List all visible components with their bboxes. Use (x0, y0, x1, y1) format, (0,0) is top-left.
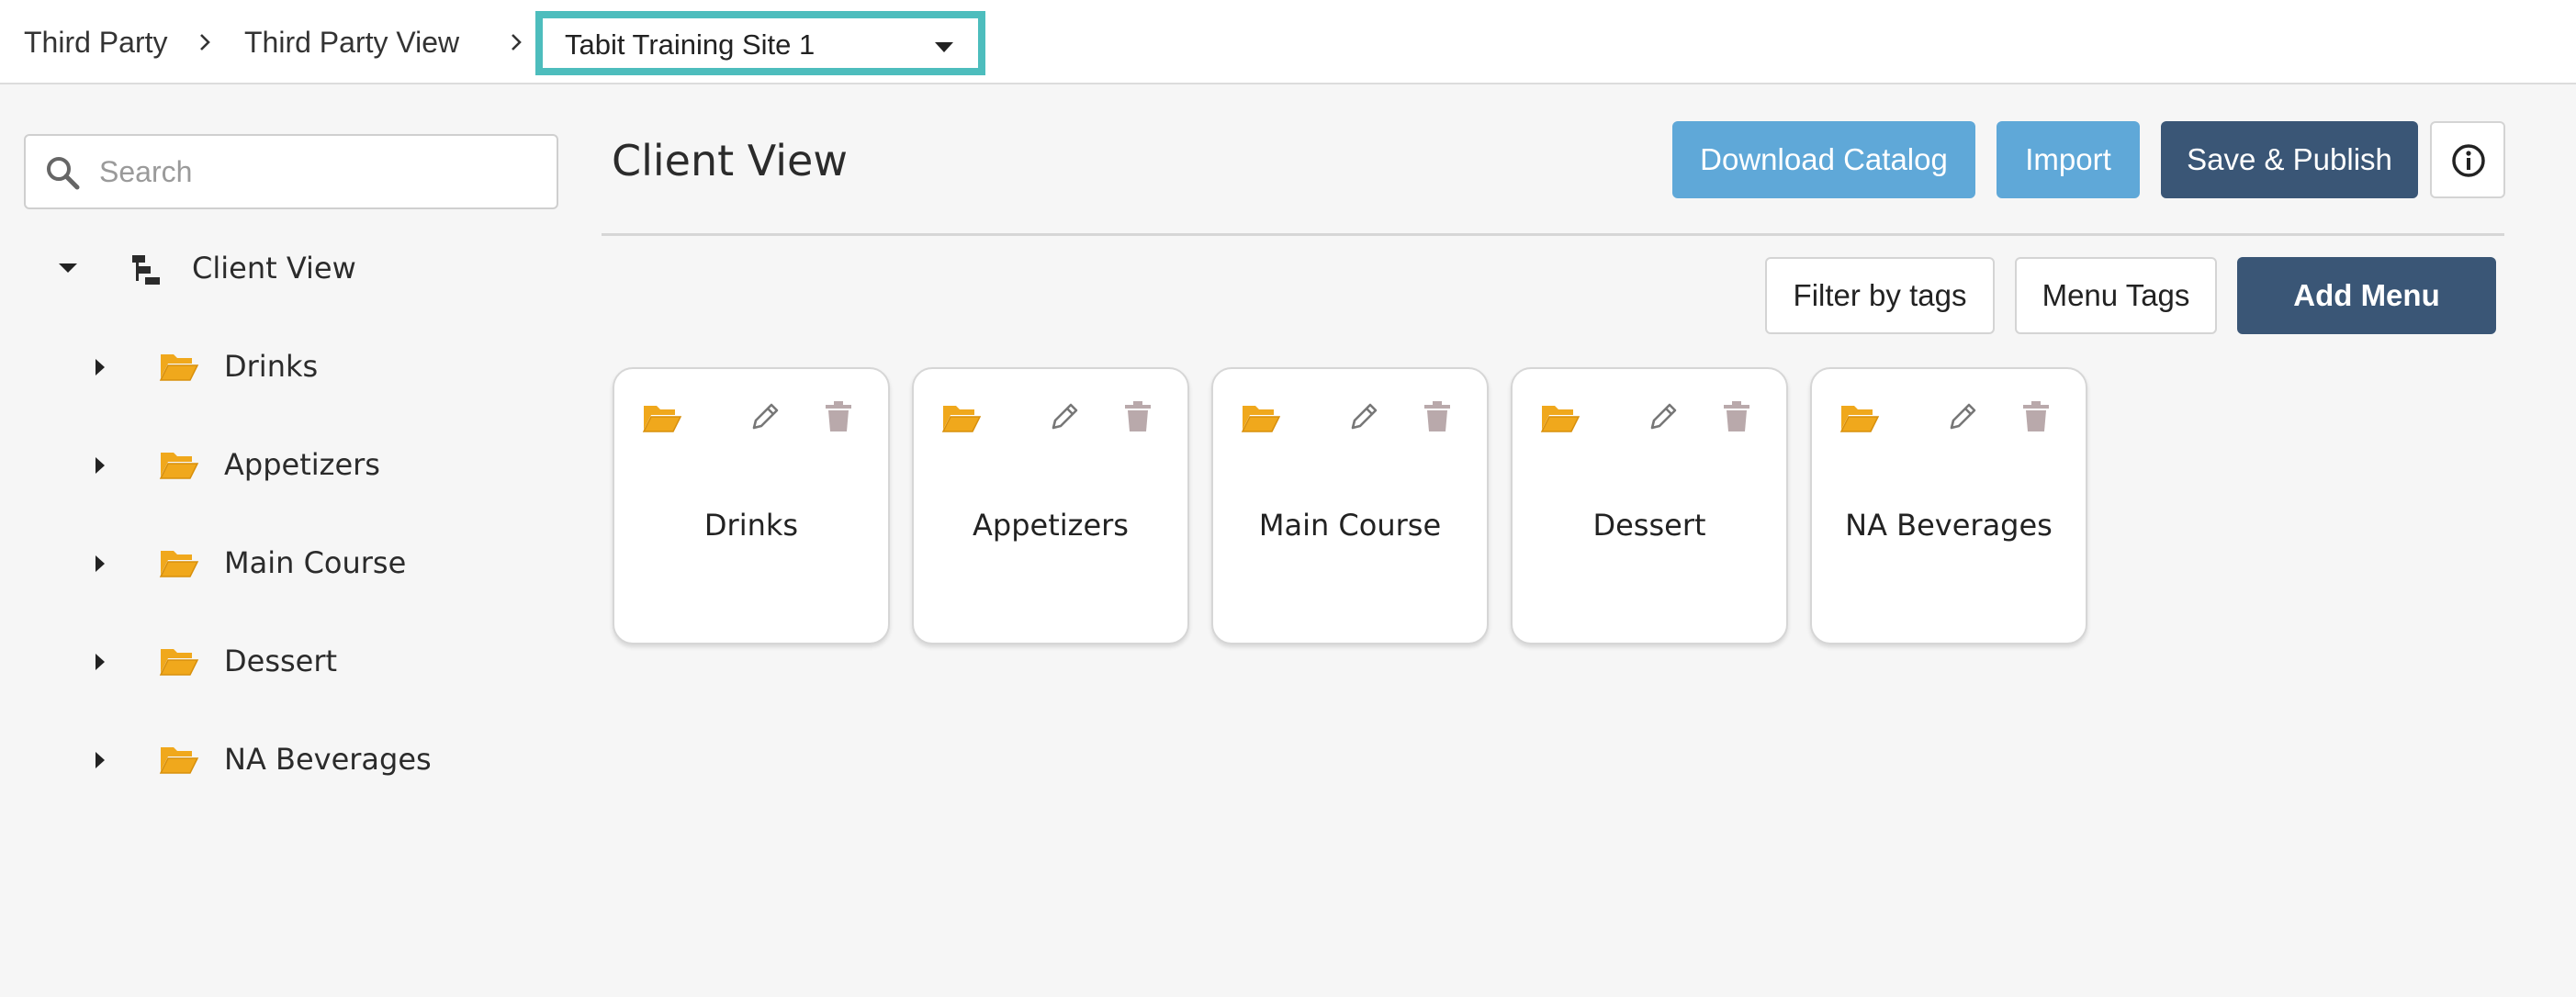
pencil-icon[interactable] (1347, 400, 1380, 433)
site-select-dropdown[interactable]: Tabit Training Site 1 (535, 11, 985, 75)
folder-open-icon (159, 453, 199, 479)
site-select-value: Tabit Training Site 1 (565, 28, 816, 61)
caret-down-icon (935, 42, 953, 52)
trash-icon[interactable] (2021, 400, 2051, 433)
menu-card-dessert[interactable]: Dessert (1511, 367, 1788, 644)
caret-down-icon[interactable] (59, 263, 77, 273)
trash-icon[interactable] (1722, 400, 1751, 433)
chevron-right-icon (512, 34, 522, 50)
tree-item-na-beverages[interactable]: NA Beverages (224, 741, 432, 778)
search-input[interactable] (99, 149, 540, 195)
trash-icon[interactable] (1123, 400, 1153, 433)
folder-open-icon (159, 354, 199, 381)
page-title: Client View (612, 136, 848, 185)
pencil-icon[interactable] (1647, 400, 1680, 433)
pencil-icon[interactable] (1946, 400, 1979, 433)
folder-open-icon (159, 649, 199, 676)
import-button[interactable]: Import (1997, 121, 2140, 198)
menu-card-na-beverages[interactable]: NA Beverages (1810, 367, 2087, 644)
folder-open-icon[interactable] (941, 400, 982, 433)
menu-card-label: Appetizers (973, 508, 1129, 543)
header-divider (602, 233, 2504, 236)
tree-item-drinks[interactable]: Drinks (224, 348, 318, 385)
caret-right-icon[interactable] (96, 359, 105, 375)
search-box (24, 134, 558, 209)
menu-card-main-course[interactable]: Main Course (1211, 367, 1489, 644)
trash-icon[interactable] (824, 400, 853, 433)
menu-card-label: NA Beverages (1845, 508, 2053, 543)
filter-by-tags-button[interactable]: Filter by tags (1765, 257, 1995, 334)
folder-open-icon[interactable] (642, 400, 682, 433)
caret-right-icon[interactable] (96, 555, 105, 572)
info-icon (2452, 144, 2485, 177)
caret-right-icon[interactable] (96, 457, 105, 474)
folder-open-icon[interactable] (1839, 400, 1880, 433)
save-publish-button[interactable]: Save & Publish (2161, 121, 2418, 198)
pencil-icon[interactable] (1048, 400, 1081, 433)
download-catalog-button[interactable]: Download Catalog (1672, 121, 1975, 198)
menu-card-drinks[interactable]: Drinks (613, 367, 890, 644)
top-bar: Third Party Third Party View Tabit Train… (0, 0, 2576, 84)
folder-open-icon (159, 551, 199, 577)
breadcrumb-third-party-view[interactable]: Third Party View (244, 24, 459, 61)
hierarchy-icon (132, 255, 160, 285)
tree-item-dessert[interactable]: Dessert (224, 643, 337, 679)
search-icon (47, 157, 80, 190)
folder-open-icon[interactable] (1241, 400, 1281, 433)
tree-item-main-course[interactable]: Main Course (224, 544, 406, 581)
menu-card-label: Main Course (1258, 508, 1442, 543)
folder-open-icon (159, 747, 199, 774)
tree-item-root-label[interactable]: Client View (192, 250, 356, 286)
folder-open-icon[interactable] (1540, 400, 1580, 433)
tree-item-appetizers[interactable]: Appetizers (224, 446, 380, 483)
info-button[interactable] (2430, 121, 2505, 198)
trash-icon[interactable] (1423, 400, 1452, 433)
menu-card-label: Dessert (1592, 508, 1706, 543)
add-menu-button[interactable]: Add Menu (2237, 257, 2496, 334)
menu-tags-button[interactable]: Menu Tags (2015, 257, 2217, 334)
breadcrumb-third-party[interactable]: Third Party (24, 24, 167, 61)
caret-right-icon[interactable] (96, 752, 105, 768)
chevron-right-icon (200, 34, 210, 50)
pencil-icon[interactable] (748, 400, 782, 433)
menu-card-label: Drinks (703, 508, 799, 543)
caret-right-icon[interactable] (96, 654, 105, 670)
menu-card-appetizers[interactable]: Appetizers (912, 367, 1189, 644)
